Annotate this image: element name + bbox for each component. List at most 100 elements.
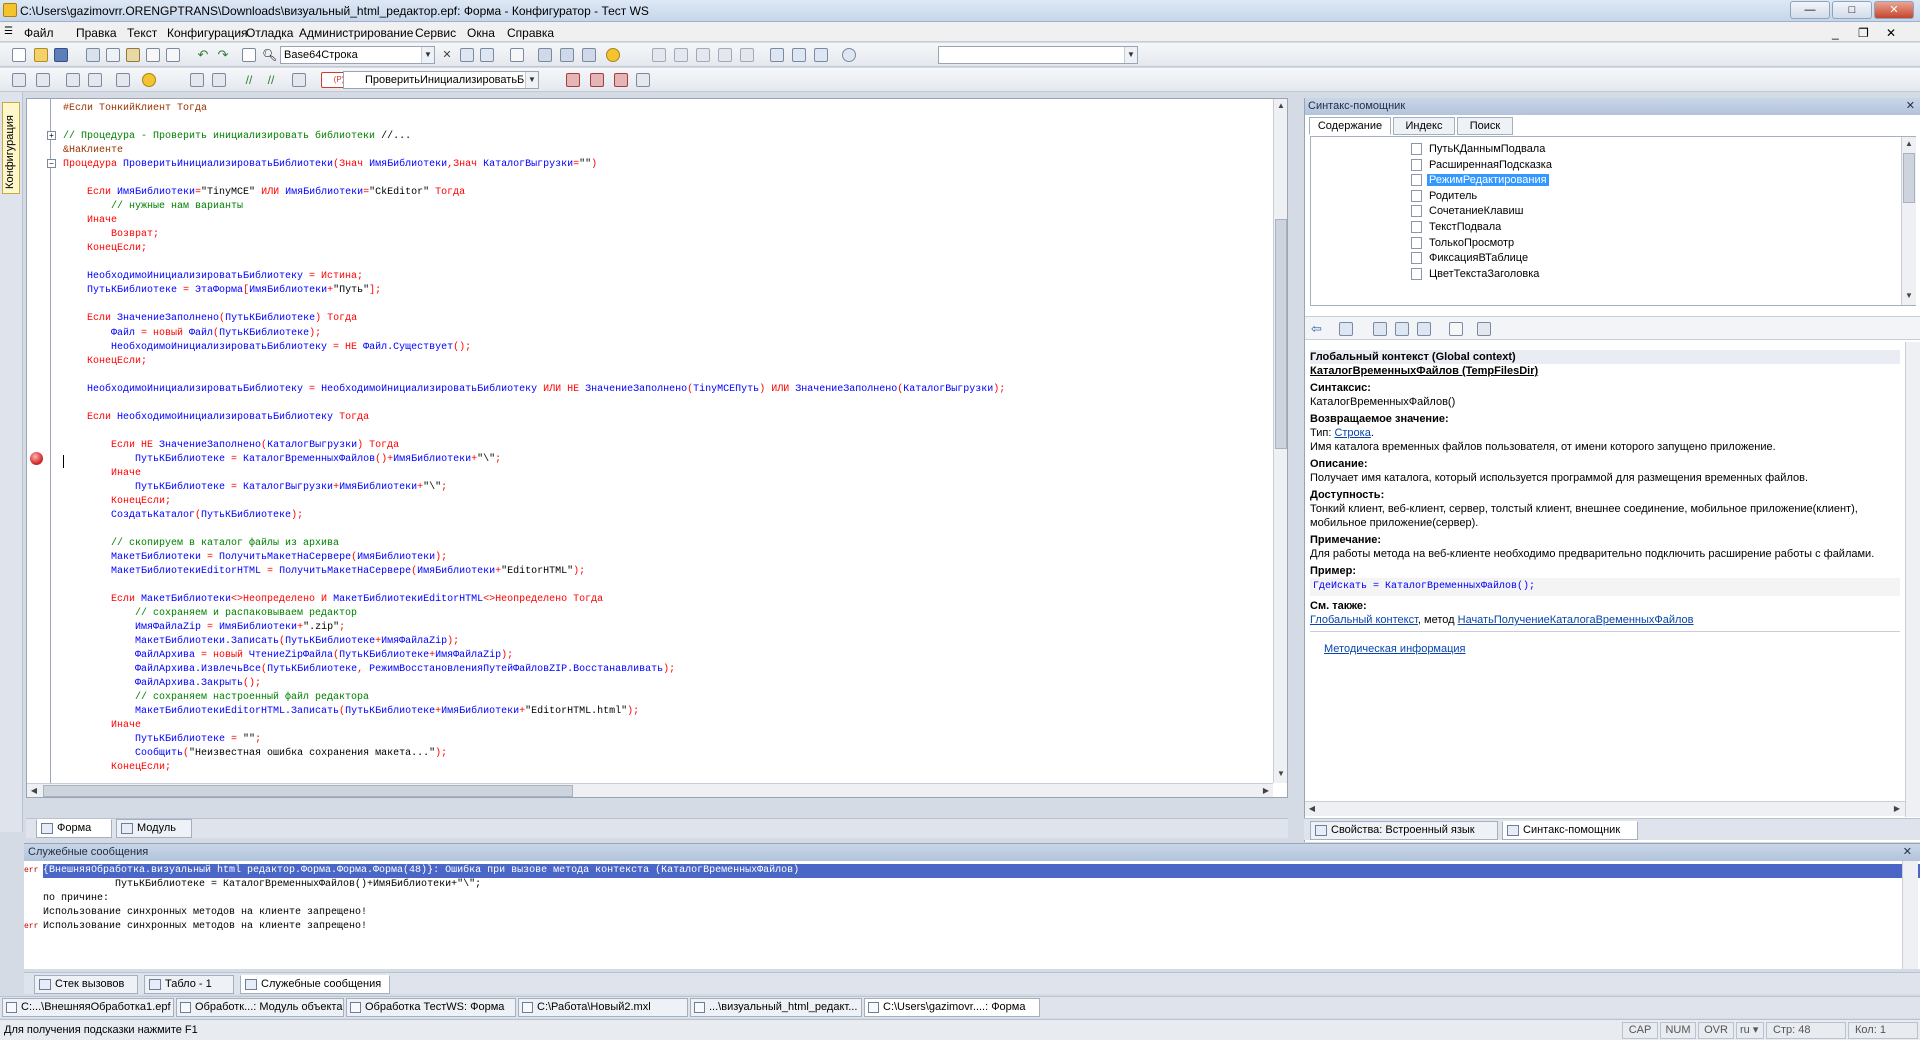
form-editor-icon[interactable] (36, 73, 50, 87)
scroll-left-icon[interactable]: ◀ (1305, 802, 1319, 816)
menu-windows[interactable]: Окна (467, 26, 495, 40)
menu-configuration[interactable]: Конфигурация (167, 26, 248, 40)
menu-debug[interactable]: Отладка (246, 26, 293, 40)
code-line[interactable]: ФайлАрхива.Закрыть(); (63, 677, 1005, 691)
cut-icon[interactable] (86, 48, 100, 62)
scroll-up-icon[interactable]: ▲ (1902, 137, 1916, 151)
window-tab[interactable]: C:\Работа\Новый2.mxl (518, 998, 688, 1017)
message-line[interactable]: ПутьКБиблиотеке = КаталогВременныхФайлов… (43, 878, 481, 892)
tree-item[interactable]: РасширеннаяПодсказка (1409, 157, 1554, 173)
help-icon[interactable] (606, 48, 620, 62)
code-line[interactable]: КонецЕсли; (63, 495, 1005, 509)
tree-scrollbar[interactable]: ▲ ▼ (1901, 137, 1916, 305)
procedure-list-icon[interactable] (614, 73, 628, 87)
menu-help[interactable]: Справка (507, 26, 554, 40)
tab-call-stack[interactable]: Стек вызовов (34, 975, 138, 994)
code-line[interactable]: ПутьКБиблиотеке = КаталогВыгрузки+ИмяБиб… (63, 481, 1005, 495)
code-line[interactable]: МакетБиблиотеки = ПолучитьМакетНаСервере… (63, 551, 1005, 565)
tree-item[interactable]: РежимРедактирования (1409, 172, 1549, 188)
code-line[interactable]: МакетБиблиотекиEditorHTML.Записать(ПутьК… (63, 705, 1005, 719)
find-prev-icon[interactable] (460, 48, 474, 62)
form-icon[interactable] (792, 48, 806, 62)
chevron-down-icon[interactable]: ▼ (1124, 47, 1137, 63)
code-line[interactable]: &НаКлиенте (63, 144, 1005, 158)
search-icon[interactable]: 🔍︎ (262, 48, 277, 62)
back-icon[interactable]: ⇦ (1311, 322, 1325, 336)
tab-board[interactable]: Табло - 1 (144, 975, 234, 994)
goto-line-icon[interactable] (116, 73, 130, 87)
code-line[interactable]: Если НеобходимоИнициализироватьБиблиотек… (63, 411, 1005, 425)
fold-expand-icon[interactable]: + (47, 131, 56, 140)
procedure-up-icon[interactable] (566, 73, 580, 87)
comment-icon[interactable]: // (242, 73, 256, 87)
code-line[interactable]: Если НЕ ЗначениеЗаполнено(КаталогВыгрузк… (63, 439, 1005, 453)
code-line[interactable] (63, 172, 1005, 186)
help-vertical-scrollbar[interactable] (1905, 342, 1920, 817)
maximize-button[interactable]: □ (1832, 1, 1872, 19)
method-combo[interactable]: ПроверитьИнициализироватьБ ▼ (343, 71, 539, 89)
scroll-right-icon[interactable]: ▶ (1259, 784, 1273, 797)
tree-item[interactable]: ТекстПодвала (1409, 219, 1503, 235)
code-line[interactable]: Возврат; (63, 228, 1005, 242)
procedure-down-icon[interactable] (590, 73, 604, 87)
code-text[interactable]: #Если ТонкийКлиент Тогда // Процедура - П… (63, 102, 1005, 797)
settings-icon[interactable] (1477, 322, 1491, 336)
redo-icon[interactable]: ↷ (216, 48, 230, 62)
tab-syntax-helper[interactable]: Синтакс-помощник (1502, 821, 1638, 840)
editor-gutter[interactable] (27, 99, 49, 797)
home-icon[interactable] (1417, 322, 1431, 336)
code-line[interactable]: Процедура ПроверитьИнициализироватьБибли… (63, 158, 1005, 172)
contents-tree[interactable]: ПутьКДаннымПодвала РасширеннаяПодсказка Ре… (1310, 136, 1916, 306)
goto-definition-icon[interactable] (538, 48, 552, 62)
code-line[interactable]: Сообщить("Неизвестная ошибка сохранения … (63, 747, 1005, 761)
format-icon[interactable] (212, 73, 226, 87)
breakpoint-marker-icon[interactable] (30, 452, 43, 465)
tab-index[interactable]: Индекс (1393, 117, 1455, 135)
scroll-right-icon[interactable]: ▶ (1890, 802, 1904, 816)
step-over-icon[interactable] (696, 48, 710, 62)
tree-item[interactable]: ПутьКДаннымПодвала (1409, 141, 1547, 157)
tab-module[interactable]: Модуль (116, 819, 192, 838)
menu-edit[interactable]: Правка (76, 26, 117, 40)
paste-icon[interactable] (126, 48, 140, 62)
code-line[interactable]: НеобходимоИнициализироватьБиблиотеку = Н… (63, 341, 1005, 355)
tab-contents[interactable]: Содержание (1309, 117, 1391, 135)
window-tab[interactable]: Обработка ТестWS: Форма (346, 998, 516, 1017)
forward-icon[interactable] (1339, 322, 1353, 336)
undo-icon[interactable]: ↶ (196, 48, 210, 62)
window-tab-active[interactable]: C:\Users\gazimovr....: Форма (864, 998, 1040, 1017)
breakpoint-icon[interactable] (142, 73, 156, 87)
menu-text[interactable]: Текст (127, 26, 157, 40)
scrollbar-thumb[interactable] (1275, 219, 1287, 449)
editor-horizontal-scrollbar[interactable]: ◀ ▶ (27, 783, 1273, 797)
code-line[interactable]: ПутьКБиблиотеке = ""; (63, 733, 1005, 747)
child-restore-icon[interactable]: ❐ (1858, 26, 1869, 40)
code-line[interactable]: // сохраняем и распаковываем редактор (63, 607, 1005, 621)
save-icon[interactable] (54, 48, 68, 62)
language-selector[interactable]: ru ▾ (1736, 1022, 1764, 1039)
minimize-button[interactable]: — (1790, 1, 1830, 19)
scroll-up-icon[interactable]: ▲ (1274, 99, 1287, 113)
window-list-icon[interactable] (510, 48, 524, 62)
module-icon[interactable] (12, 73, 26, 87)
find-references-icon[interactable] (560, 48, 574, 62)
open-folder-icon[interactable] (34, 48, 48, 62)
new-file-icon[interactable] (12, 48, 26, 62)
code-line[interactable]: // сохраняем настроенный файл редактора (63, 691, 1005, 705)
code-line[interactable]: КонецЕсли; (63, 242, 1005, 256)
message-line[interactable]: Использование синхронных методов на клие… (43, 920, 367, 934)
run-to-cursor-icon[interactable] (740, 48, 754, 62)
link-begin-get-temp-dir[interactable]: НачатьПолучениеКаталогаВременныхФайлов (1458, 614, 1694, 626)
copy-icon[interactable] (106, 48, 120, 62)
code-line[interactable]: ПутьКБиблиотеке = ЭтаФорма[ИмяБиблиотеки… (63, 284, 1005, 298)
find-in-file-icon[interactable] (242, 48, 256, 62)
link-string-type[interactable]: Строка (1334, 427, 1370, 439)
table-icon[interactable] (770, 48, 784, 62)
menu-service[interactable]: Сервис (415, 26, 456, 40)
tree-item[interactable]: ТолькоПросмотр (1409, 235, 1516, 251)
timer-icon[interactable] (842, 48, 856, 62)
config-tab[interactable]: Конфигурация (2, 102, 20, 194)
code-line[interactable]: // Процедура - Проверить инициализироват… (63, 130, 1005, 144)
search-combo-2[interactable]: ▼ (938, 46, 1138, 64)
scrollbar-thumb[interactable] (43, 785, 573, 797)
